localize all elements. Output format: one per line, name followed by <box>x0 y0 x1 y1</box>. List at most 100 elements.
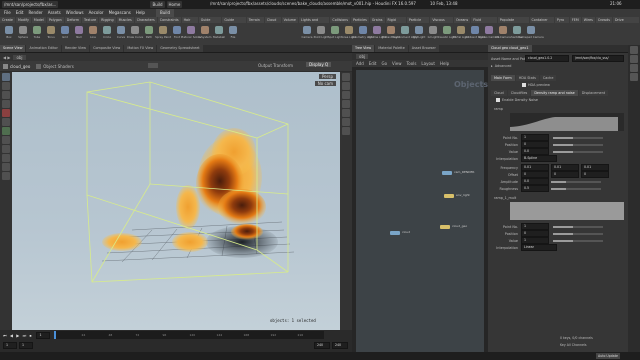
menu-assets[interactable]: Assets <box>48 9 61 17</box>
shelf-tool-l-system[interactable]: L-System <box>198 24 212 44</box>
shelf-tool-spot-light[interactable]: Spot Light <box>328 24 342 44</box>
shelf-tool-tube[interactable]: Tube <box>30 24 44 44</box>
shelf-tab[interactable]: Cloud FX <box>264 17 281 23</box>
pivot-icon[interactable] <box>2 136 10 144</box>
network-menu-view[interactable]: View <box>392 61 402 66</box>
shelf-tab[interactable]: Rigid Bodies <box>385 17 406 23</box>
tab-composite-view[interactable]: Composite View <box>90 45 124 52</box>
auto-update-toggle[interactable]: Auto Update <box>596 353 620 359</box>
asset-version-field[interactable]: cloud_geo1.0.2 <box>525 55 569 62</box>
shelf-tab[interactable]: Particle Fluids <box>406 17 430 23</box>
tab-material-palette[interactable]: Material Palette <box>375 45 408 52</box>
network-menu-go[interactable]: Go <box>382 61 388 66</box>
interpolation-dropdown[interactable]: B-Spline <box>521 155 557 162</box>
shelf-tab[interactable]: Particles <box>350 17 369 23</box>
move-tool-icon[interactable] <box>2 82 10 90</box>
enable-noise-checkbox[interactable] <box>496 97 500 102</box>
tab-asset-browser[interactable]: Asset Browser <box>408 45 439 52</box>
paint-icon[interactable] <box>2 172 10 180</box>
lighting-icon[interactable] <box>342 82 350 90</box>
menu-help[interactable]: Help <box>136 9 145 17</box>
shelf-tab[interactable]: Lights and Cameras <box>298 17 330 23</box>
shelf-tab[interactable]: Viscous Fluids <box>430 17 453 23</box>
shelf-tool-environment-light[interactable]: Environment Light <box>392 24 418 44</box>
shelf-tool-path[interactable]: Path <box>142 24 156 44</box>
back-arrow-icon[interactable]: ◀ ▶ <box>3 55 10 60</box>
shelf-tab[interactable]: Modify <box>15 17 31 23</box>
shelf-tool-stereo-camera[interactable]: Stereo Camera <box>479 24 500 44</box>
shelf-tab[interactable]: FEM <box>569 17 581 23</box>
shelf-tab[interactable]: Guide Brushes <box>222 17 246 23</box>
noise-value-field[interactable]: 0 <box>521 171 549 178</box>
shelf-tool-gi-light[interactable]: GI Light <box>426 24 440 44</box>
param-value-field[interactable]: 1 <box>521 237 549 244</box>
tab-animation-editor[interactable]: Animation Editor <box>26 45 61 52</box>
network-editor[interactable]: Objects cam_RENDER env_light cloud_geo c… <box>356 70 488 352</box>
node-env-light[interactable] <box>444 194 454 198</box>
shelf-tool-caustic-light[interactable]: Caustic Light <box>438 24 456 44</box>
param-slider[interactable] <box>553 225 603 228</box>
shelf-tool-gamepad-camera[interactable]: Gamepad Camera <box>518 24 544 44</box>
shelf-tab[interactable]: Muscles <box>116 17 134 23</box>
network-menu-help[interactable]: Help <box>440 61 449 66</box>
param-value-field[interactable]: 1 <box>521 223 549 230</box>
asset-path-field[interactable]: /mnt/san/fbx/clo_sss/ <box>572 55 624 62</box>
shelf-tab[interactable]: Populate Containers <box>497 17 529 23</box>
shelf-tool-vr-camera[interactable]: VR Camera <box>495 24 511 44</box>
tab-cloudfiles[interactable]: Cloudfiles <box>507 90 531 96</box>
param-value-field[interactable]: 0.0 <box>521 148 549 155</box>
network-menu-layout[interactable]: Layout <box>421 61 435 66</box>
noise-slider[interactable] <box>551 187 601 190</box>
shelf-tab[interactable]: Pyro FX <box>554 17 569 23</box>
side-tool-icon[interactable] <box>630 55 638 63</box>
select-tool-icon[interactable] <box>2 73 10 81</box>
shelf-tab[interactable]: Drive Simulation <box>612 17 639 23</box>
pose-tool-icon[interactable] <box>2 118 10 126</box>
advanced-toggle[interactable]: ▸ Advanced <box>488 62 628 69</box>
shelf-tab[interactable]: Model <box>31 17 46 23</box>
scale-tool-icon[interactable] <box>2 100 10 108</box>
density-ramp-graph[interactable] <box>510 113 624 131</box>
timeline-track[interactable]: 24 48 72 96 120 144 168 192 216 <box>54 331 325 339</box>
node-cam-render[interactable] <box>442 171 452 175</box>
shader-icon[interactable] <box>36 63 42 69</box>
node-cloud[interactable] <box>390 231 400 235</box>
wireframe-icon[interactable] <box>342 91 350 99</box>
param-slider[interactable] <box>553 232 603 235</box>
side-tool-icon[interactable] <box>630 64 638 72</box>
shelf-tool-box[interactable]: Box <box>2 24 16 44</box>
shelf-tab[interactable]: Collisions <box>330 17 350 23</box>
interpolation2-dropdown[interactable]: Linear <box>521 244 557 251</box>
snap-icon[interactable] <box>2 145 10 153</box>
tab-tree-view[interactable]: Tree View <box>352 45 375 52</box>
normals-icon[interactable] <box>342 127 350 135</box>
menu-edit[interactable]: Edit <box>16 9 24 17</box>
view-tool-icon[interactable] <box>2 127 10 135</box>
tab-displacement[interactable]: Displacement <box>578 90 609 96</box>
shelf-tab[interactable]: Hair Utils <box>181 17 198 23</box>
tab-hda-stats[interactable]: HDA Stats <box>515 75 539 81</box>
shelf-tab[interactable]: Wires <box>581 17 595 23</box>
shelf-tool-platonic-solids[interactable]: Platonic Solids <box>181 24 201 44</box>
key-all-button[interactable]: Key All Channels <box>560 343 587 347</box>
tab-main-form[interactable]: Main Form <box>491 75 515 81</box>
end-frame-field-2[interactable]: 240 <box>332 341 348 349</box>
shelf-tool-switcher[interactable]: Switcher <box>510 24 524 44</box>
shelf-tool-geometry-light[interactable]: Geometry Light <box>352 24 374 44</box>
end-frame-field[interactable]: 240 <box>314 341 330 349</box>
shelf-tool-font[interactable]: Font <box>170 24 184 44</box>
shading-icon[interactable] <box>342 100 350 108</box>
shelf-tab[interactable]: Deform <box>64 17 82 23</box>
current-frame-field[interactable]: 1 <box>36 331 51 339</box>
shelf-tab[interactable]: Constraints <box>157 17 181 23</box>
camera-lock-icon[interactable] <box>2 154 10 162</box>
menu-aecolor[interactable]: Aecolor <box>89 9 104 17</box>
tab-scene-view[interactable]: Scene View <box>0 45 26 52</box>
shelf-tool-sky-light[interactable]: Sky Light <box>412 24 426 44</box>
param-slider[interactable] <box>553 143 603 146</box>
shelf-tool-ambient-light[interactable]: Ambient Light <box>465 24 485 44</box>
menu-render[interactable]: Render <box>28 9 42 17</box>
playback-controls[interactable]: ⏮ ◀ ▶ ⏭ ⏹ <box>3 333 32 338</box>
object-shaders-label[interactable]: Object Shaders <box>43 64 74 69</box>
side-tool-icon[interactable] <box>630 46 638 54</box>
